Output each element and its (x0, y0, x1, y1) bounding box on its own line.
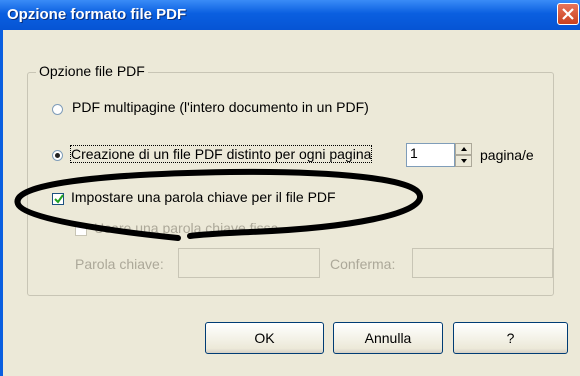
fixed-keyword-label[interactable]: Usare una parola chiave fissa (94, 220, 278, 236)
title-bar[interactable]: Opzione formato file PDF (0, 0, 580, 30)
window-title: Opzione formato file PDF (7, 6, 187, 23)
keyword-field-label: Parola chiave: (75, 256, 164, 272)
window-border (0, 30, 3, 376)
close-icon (562, 8, 574, 20)
help-button[interactable]: ? (453, 322, 568, 354)
spin-down-button[interactable] (455, 155, 472, 167)
keyword-label[interactable]: Impostare una parola chiave per il file … (71, 189, 336, 205)
pages-spinner[interactable] (455, 143, 472, 167)
keyword-checkbox[interactable] (52, 193, 64, 205)
ok-label: OK (254, 330, 275, 346)
separate-pages-radio[interactable] (52, 150, 63, 161)
close-button[interactable] (557, 3, 579, 25)
multipage-label[interactable]: PDF multipagine (l'intero documento in u… (72, 99, 369, 115)
ok-button[interactable]: OK (205, 322, 324, 354)
spin-down-icon (461, 159, 467, 163)
spin-up-button[interactable] (455, 143, 472, 155)
checkmark-icon (54, 194, 64, 204)
confirm-field[interactable] (412, 248, 553, 278)
fixed-keyword-checkbox[interactable] (75, 224, 87, 236)
cancel-button[interactable]: Annulla (333, 322, 443, 354)
spin-up-icon (461, 147, 467, 151)
pages-count-value: 1 (410, 145, 418, 161)
multipage-radio[interactable] (52, 104, 63, 115)
separate-pages-label[interactable]: Creazione di un file PDF distinto per og… (69, 145, 373, 163)
confirm-field-label: Conferma: (330, 256, 396, 272)
pages-unit-label: pagina/e (480, 147, 534, 163)
pages-count-input[interactable]: 1 (406, 143, 455, 167)
group-legend: Opzione file PDF (36, 63, 148, 79)
cancel-label: Annulla (364, 330, 412, 346)
help-label: ? (506, 330, 515, 346)
keyword-field[interactable] (178, 248, 320, 278)
